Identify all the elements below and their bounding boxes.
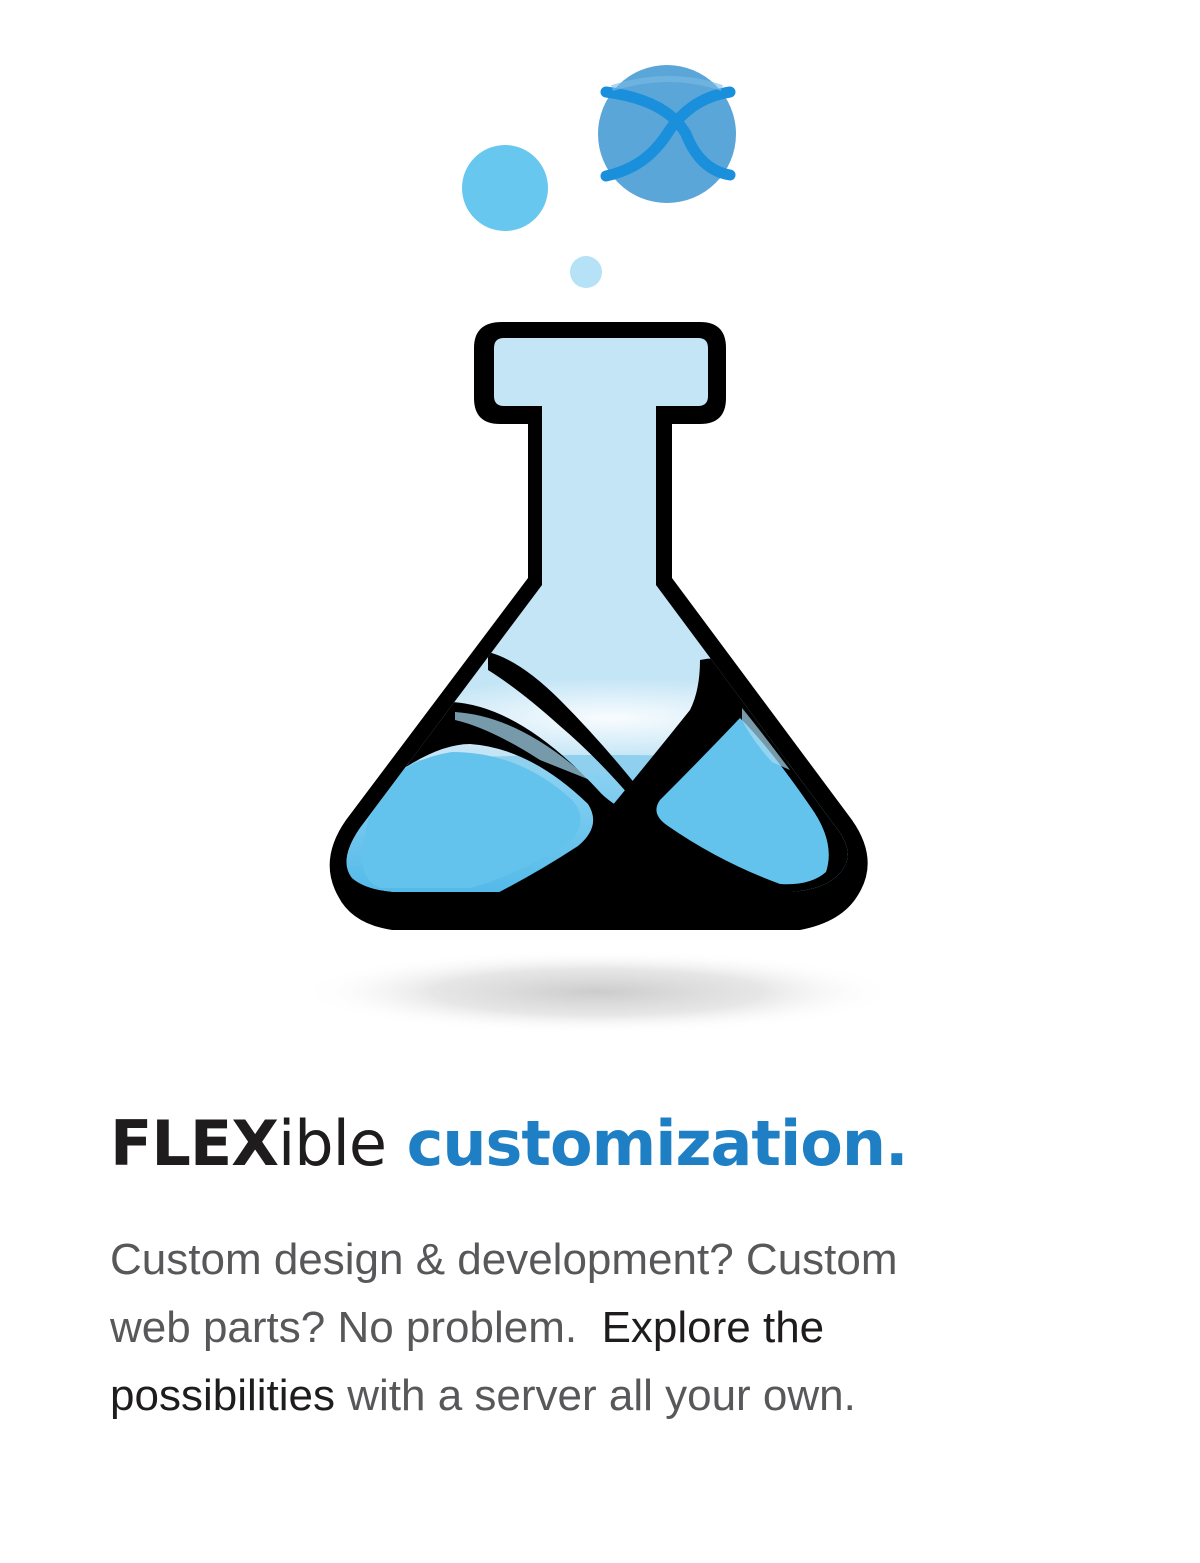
headline-flex: FLEX [110,1107,279,1180]
headline: FLEXible customization. [110,1104,909,1184]
bubble-icon [570,256,602,288]
body-line-3a: possibilities [110,1371,335,1420]
flask-illustration [298,65,898,1034]
flask-shadow [298,950,898,1034]
body-line-2b: Explore the [601,1303,825,1352]
body-line-1: Custom design & development? Custom [110,1235,898,1284]
body-copy: Custom design & development? Custom web … [110,1226,1090,1430]
x-logo-icon [598,65,736,203]
headline-flexible: FLEXible [110,1107,387,1180]
body-line-3b: with a server all your own. [347,1371,856,1420]
bubble-icon [462,145,548,231]
body-line-2a: web parts? No problem. [110,1303,578,1352]
headline-customization: customization. [406,1107,909,1180]
flask-icon [329,322,868,930]
headline-ible: ible [278,1107,387,1180]
